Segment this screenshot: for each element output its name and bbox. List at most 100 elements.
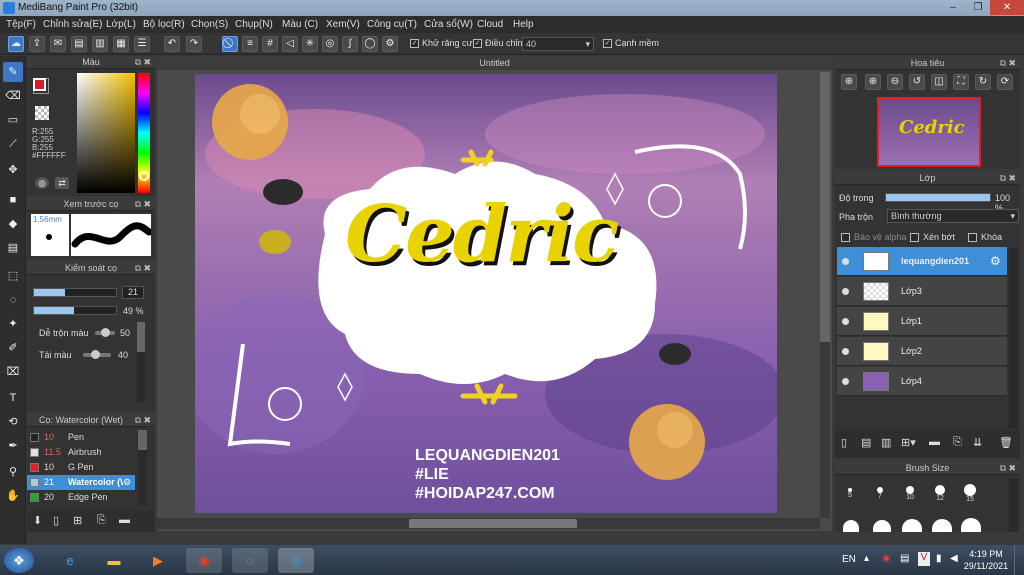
magic-wand-icon[interactable]: ✦ bbox=[3, 314, 23, 334]
scroll-thumb[interactable] bbox=[137, 322, 145, 352]
close-icon[interactable]: ✖ bbox=[143, 414, 151, 427]
duplicate-layer-icon[interactable]: ⎘ bbox=[953, 436, 962, 449]
gradient-icon[interactable]: ▤ bbox=[3, 238, 23, 258]
show-desktop-button[interactable] bbox=[1014, 545, 1024, 575]
brush-size-value[interactable]: 21 bbox=[122, 286, 144, 299]
float-icon[interactable]: ⧉ bbox=[135, 56, 141, 69]
restore-button[interactable]: ❐ bbox=[966, 0, 990, 15]
redo-icon[interactable]: ↷ bbox=[186, 36, 202, 52]
hand-tool-icon[interactable]: ✋ bbox=[3, 486, 23, 506]
menu-file[interactable]: Tệp(F) bbox=[6, 16, 36, 33]
media-player-icon[interactable]: ▶ bbox=[140, 548, 176, 573]
settings-icon[interactable]: ⚙ bbox=[382, 36, 398, 52]
zoom-in-icon[interactable]: ⊕ bbox=[841, 74, 857, 90]
brush-dot-large[interactable] bbox=[902, 519, 922, 532]
grid-snap-icon[interactable]: # bbox=[262, 36, 278, 52]
page-icon[interactable]: ▤ bbox=[71, 36, 87, 52]
transparent-swatch[interactable] bbox=[35, 106, 49, 120]
folder-icon[interactable]: ▬ bbox=[119, 514, 130, 526]
network-icon[interactable]: ▮ bbox=[936, 553, 942, 564]
dropper-icon[interactable]: ⚲ bbox=[3, 462, 23, 482]
canvas-tab[interactable]: Untitled bbox=[157, 56, 832, 70]
fit-icon[interactable]: ◫ bbox=[931, 74, 947, 90]
menu-select[interactable]: Chọn(S) bbox=[191, 16, 228, 33]
close-icon[interactable]: ✖ bbox=[1008, 462, 1016, 475]
volume-icon[interactable]: ◀ bbox=[950, 553, 958, 564]
close-button[interactable]: ✕ bbox=[990, 0, 1024, 15]
fill-rect-icon[interactable]: ■ bbox=[3, 190, 23, 210]
zoom-in-icon[interactable]: ⊕ bbox=[865, 74, 881, 90]
curve-snap-icon[interactable]: ∫ bbox=[342, 36, 358, 52]
brush-opacity-slider[interactable] bbox=[33, 306, 117, 315]
select-pen-icon[interactable]: ✐ bbox=[3, 338, 23, 358]
perspective-snap-icon[interactable]: ◁ bbox=[282, 36, 298, 52]
start-button[interactable]: ❖ bbox=[4, 548, 34, 573]
marquee-icon[interactable]: ⬚ bbox=[3, 266, 23, 286]
brush-size-scrollbar[interactable] bbox=[1009, 478, 1018, 532]
float-icon[interactable]: ⧉ bbox=[135, 198, 141, 211]
brush-size-cell[interactable]: 5 bbox=[838, 480, 862, 504]
ellipse-snap-icon[interactable]: ◯ bbox=[362, 36, 378, 52]
close-icon[interactable]: ✖ bbox=[143, 56, 151, 69]
menu-view[interactable]: Xem(V) bbox=[326, 16, 360, 33]
reset-icon[interactable]: ⟳ bbox=[997, 74, 1013, 90]
brush-item-edgepen[interactable]: 20 Edge Pen bbox=[27, 490, 135, 505]
tray-app-icon[interactable]: ▤ bbox=[900, 553, 909, 564]
chevron-up-icon[interactable]: ▴ bbox=[864, 553, 869, 564]
menu-cloud[interactable]: Cloud bbox=[477, 16, 503, 33]
brush-item-pen[interactable]: 10 Pen bbox=[27, 430, 135, 445]
text-tool-icon[interactable]: T bbox=[3, 388, 23, 408]
eye-icon[interactable] bbox=[842, 378, 849, 385]
brush-list-scrollbar[interactable] bbox=[138, 430, 147, 506]
layer-blend-select[interactable]: Bình thường ▾ bbox=[887, 209, 1019, 223]
layer-opacity-slider[interactable] bbox=[885, 193, 991, 202]
brush-dot-large[interactable] bbox=[873, 520, 891, 532]
gear-icon[interactable]: ⚙ bbox=[990, 254, 1001, 268]
select-eraser-icon[interactable]: ⌧ bbox=[3, 362, 23, 382]
brush-size-cell[interactable]: 15 bbox=[958, 480, 982, 504]
brush-dot-large[interactable] bbox=[932, 519, 952, 532]
brush-dot-large[interactable] bbox=[843, 520, 859, 532]
close-icon[interactable]: ✖ bbox=[1008, 57, 1016, 70]
layer-row[interactable]: Lớp4 bbox=[837, 367, 1007, 396]
layer-row[interactable]: Lớp1 bbox=[837, 307, 1007, 336]
minimize-button[interactable]: – bbox=[940, 0, 966, 15]
blend-slider[interactable] bbox=[95, 328, 115, 337]
circle-snap-icon[interactable]: ◎ bbox=[322, 36, 338, 52]
gear-icon[interactable]: ⚙ bbox=[123, 475, 131, 490]
new-8bit-layer-icon[interactable]: ▥ bbox=[881, 436, 891, 449]
operation-icon[interactable]: ⟲ bbox=[3, 412, 23, 432]
trash-icon[interactable]: 🗑 bbox=[999, 436, 1013, 449]
bucket-icon[interactable]: ◆ bbox=[3, 214, 23, 234]
brush-size-cell[interactable]: 7 bbox=[868, 480, 892, 504]
move-tool-icon[interactable]: ✥ bbox=[3, 160, 23, 180]
scroll-thumb[interactable] bbox=[409, 519, 577, 528]
blend-knob[interactable] bbox=[101, 328, 110, 337]
document-icon[interactable]: ▥ bbox=[92, 36, 108, 52]
antialias-checkbox[interactable]: ✓ bbox=[410, 39, 419, 48]
zoom-out-icon[interactable]: ⊖ bbox=[887, 74, 903, 90]
merge-layer-icon[interactable]: ⇊ bbox=[973, 436, 982, 449]
brush-size-cell[interactable]: 12 bbox=[928, 480, 952, 504]
grid-doc-icon[interactable]: ▦ bbox=[113, 36, 129, 52]
layer-row[interactable]: lequangdien201 ⚙ bbox=[837, 247, 1007, 276]
menu-tools[interactable]: Công cụ(T) bbox=[367, 16, 417, 33]
menu-color[interactable]: Màu (C) bbox=[282, 16, 318, 33]
brush-item-watercolor[interactable]: 21 Watercolor (Wet)⚙ bbox=[27, 475, 135, 490]
scroll-thumb[interactable] bbox=[820, 72, 830, 342]
language-indicator[interactable]: EN bbox=[842, 554, 856, 565]
navigator-thumbnail[interactable]: Cedric bbox=[877, 97, 981, 167]
protect-alpha-checkbox[interactable] bbox=[841, 233, 850, 242]
folder-icon[interactable]: ▬ bbox=[929, 436, 940, 448]
foreground-color-swatch[interactable] bbox=[33, 78, 46, 91]
brush-tool-icon[interactable]: ✎ bbox=[3, 62, 23, 82]
scroll-thumb[interactable] bbox=[138, 430, 147, 450]
brush-dot-large[interactable] bbox=[961, 518, 981, 532]
brush-size-slider[interactable] bbox=[33, 288, 117, 297]
menu-capture[interactable]: Chụp(N) bbox=[235, 16, 273, 33]
app-icon[interactable]: ◌ bbox=[232, 548, 268, 573]
medibang-icon[interactable]: ◍ bbox=[278, 548, 314, 573]
copy-brush-icon[interactable]: ⎘ bbox=[97, 514, 106, 527]
parallel-snap-icon[interactable]: ≡ bbox=[242, 36, 258, 52]
menu-filter[interactable]: Bộ lọc(R) bbox=[143, 16, 185, 33]
